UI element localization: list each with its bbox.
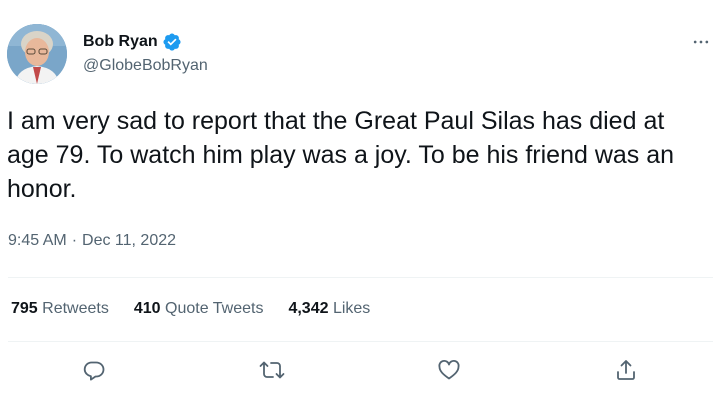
retweet-icon xyxy=(259,358,285,387)
avatar[interactable] xyxy=(7,24,67,84)
share-icon xyxy=(614,358,638,387)
author-handle[interactable]: @GlobeBobRyan xyxy=(83,57,208,75)
tweet-date[interactable]: Dec 11, 2022 xyxy=(82,232,176,250)
like-button[interactable] xyxy=(432,355,466,389)
quote-tweets-count: 410 xyxy=(133,300,161,317)
author-info: Bob Ryan @GlobeBobRyan xyxy=(83,31,208,75)
divider xyxy=(8,277,713,278)
tweet-detail: Bob Ryan @GlobeBobRyan I am very sad to … xyxy=(0,0,727,407)
timestamp-separator: · xyxy=(71,232,78,249)
retweet-button[interactable] xyxy=(255,355,289,389)
heart-icon xyxy=(437,358,461,387)
reply-button[interactable] xyxy=(77,355,111,389)
retweets-stat[interactable]: 795 Retweets xyxy=(11,300,109,318)
tweet-stats: 795 Retweets 410 Quote Tweets 4,342 Like… xyxy=(11,300,395,318)
tweet-actions xyxy=(0,355,727,389)
share-button[interactable] xyxy=(609,355,643,389)
verified-badge-icon xyxy=(162,32,182,52)
author-display-name[interactable]: Bob Ryan xyxy=(83,33,158,51)
reply-icon xyxy=(82,358,106,387)
divider xyxy=(8,341,713,342)
retweets-count: 795 xyxy=(11,300,38,317)
quote-tweets-stat[interactable]: 410 Quote Tweets xyxy=(134,300,264,318)
more-horizontal-icon[interactable] xyxy=(689,30,713,54)
likes-count: 4,342 xyxy=(288,300,329,317)
tweet-timestamp[interactable]: 9:45 AM · Dec 11, 2022 xyxy=(8,232,176,250)
avatar-image xyxy=(7,24,67,84)
retweets-label: Retweets xyxy=(42,300,109,317)
tweet-time[interactable]: 9:45 AM xyxy=(8,232,67,250)
likes-label: Likes xyxy=(332,300,371,317)
quote-tweets-label: Quote Tweets xyxy=(165,300,264,317)
tweet-text: I am very sad to report that the Great P… xyxy=(7,107,675,203)
likes-stat[interactable]: 4,342 Likes xyxy=(288,300,370,318)
